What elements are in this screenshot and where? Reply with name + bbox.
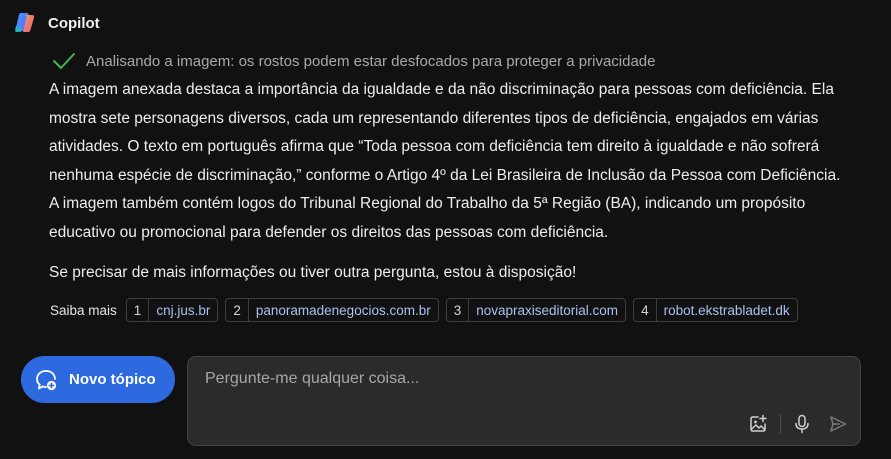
copilot-logo-icon bbox=[15, 13, 35, 32]
source-link-4[interactable]: 4 robot.ekstrabladet.dk bbox=[633, 298, 798, 322]
source-number: 1 bbox=[127, 299, 150, 321]
learn-more-sources: Saiba mais 1 cnj.jus.br 2 panoramadenego… bbox=[50, 298, 798, 322]
image-analysis-status: Analisando a imagem: os rostos podem est… bbox=[52, 52, 656, 70]
copilot-window: Copilot Analisando a imagem: os rostos p… bbox=[0, 0, 891, 459]
source-number: 2 bbox=[226, 299, 249, 321]
sources-label: Saiba mais bbox=[50, 302, 117, 318]
source-domain: robot.ekstrabladet.dk bbox=[663, 302, 790, 318]
source-domain: panoramadenegocios.com.br bbox=[255, 302, 431, 318]
check-icon bbox=[53, 53, 75, 69]
source-domain: novapraxiseditorial.com bbox=[476, 302, 619, 318]
image-add-icon bbox=[750, 414, 767, 432]
send-button[interactable] bbox=[827, 413, 849, 435]
microphone-button[interactable] bbox=[791, 413, 813, 435]
toolbar-divider bbox=[780, 414, 781, 434]
new-topic-button[interactable]: Novo tópico bbox=[21, 356, 175, 403]
add-image-button[interactable] bbox=[747, 413, 769, 435]
response-paragraph: A imagem anexada destaca a importância d… bbox=[49, 81, 841, 241]
header: Copilot bbox=[13, 11, 100, 35]
chat-composer bbox=[187, 356, 861, 446]
response-paragraph: Se precisar de mais informações ou tiver… bbox=[49, 264, 577, 281]
app-title: Copilot bbox=[48, 14, 100, 32]
source-link-2[interactable]: 2 panoramadenegocios.com.br bbox=[225, 298, 439, 322]
new-chat-icon bbox=[36, 369, 57, 390]
status-text: Analisando a imagem: os rostos podem est… bbox=[86, 52, 656, 70]
send-icon bbox=[830, 416, 847, 432]
source-domain: cnj.jus.br bbox=[156, 302, 211, 318]
new-topic-label: Novo tópico bbox=[69, 371, 156, 388]
source-link-3[interactable]: 3 novapraxiseditorial.com bbox=[445, 298, 627, 322]
source-link-1[interactable]: 1 cnj.jus.br bbox=[125, 298, 219, 322]
source-number: 4 bbox=[634, 299, 657, 321]
message-input[interactable] bbox=[203, 369, 827, 389]
microphone-icon bbox=[795, 414, 809, 434]
assistant-response: A imagem anexada destaca a importância d… bbox=[49, 76, 849, 288]
source-number: 3 bbox=[447, 299, 470, 321]
